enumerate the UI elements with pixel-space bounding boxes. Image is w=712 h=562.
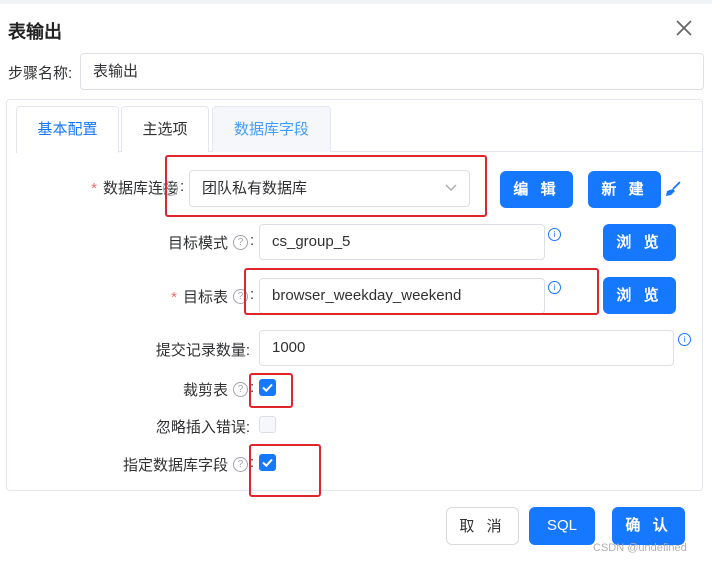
step-name-input[interactable]: 表输出 [80, 53, 704, 90]
help-icon[interactable]: ? [233, 382, 248, 397]
tab-basic-config[interactable]: 基本配置 [16, 106, 119, 153]
help-icon[interactable]: ? [233, 235, 248, 250]
truncate-table-label: 裁剪表 [182, 382, 228, 399]
edit-connection-button[interactable]: 编 辑 [500, 171, 573, 208]
help-icon[interactable]: ? [233, 457, 248, 472]
highlight-box-target-table [244, 268, 599, 315]
highlight-box-truncate [249, 373, 293, 408]
cancel-button[interactable]: 取 消 [446, 507, 519, 545]
watermark: CSDN @undefined [593, 542, 687, 554]
target-table-label-text: 目标表 [182, 289, 228, 306]
colon: : [250, 232, 255, 249]
target-schema-label: 目标模式 [167, 235, 228, 252]
tab-main-options[interactable]: 主选项 [121, 106, 209, 152]
commit-size-label: 提交记录数量: [155, 342, 250, 359]
info-icon[interactable]: i [548, 228, 561, 241]
confirm-button[interactable]: 确 认 [612, 507, 685, 545]
target-schema-input[interactable]: cs_group_5 [259, 224, 545, 260]
highlight-box-db-connection [165, 155, 487, 217]
new-connection-button[interactable]: 新 建 [588, 171, 661, 208]
tab-database-fields[interactable]: 数据库字段 [212, 106, 331, 152]
highlight-box-specify-fields [249, 444, 321, 497]
commit-size-input[interactable]: 1000 [259, 330, 674, 366]
target-table-label: * 目标表 [171, 289, 228, 306]
info-icon[interactable]: i [678, 333, 691, 346]
specify-db-fields-label: 指定数据库字段 [122, 457, 228, 474]
window-top-edge [0, 0, 712, 4]
db-connection-label: * 数据库连接 [91, 180, 178, 197]
broom-icon[interactable] [664, 180, 682, 198]
sql-button[interactable]: SQL [529, 507, 595, 545]
browse-table-button[interactable]: 浏 览 [603, 277, 676, 314]
browse-schema-button[interactable]: 浏 览 [603, 224, 676, 261]
dialog-title: 表输出 [8, 22, 62, 42]
step-name-label: 步骤名称: [8, 65, 73, 82]
close-icon[interactable] [672, 16, 696, 40]
ignore-errors-checkbox[interactable] [259, 416, 276, 433]
ignore-errors-label: 忽略插入错误: [155, 419, 250, 436]
